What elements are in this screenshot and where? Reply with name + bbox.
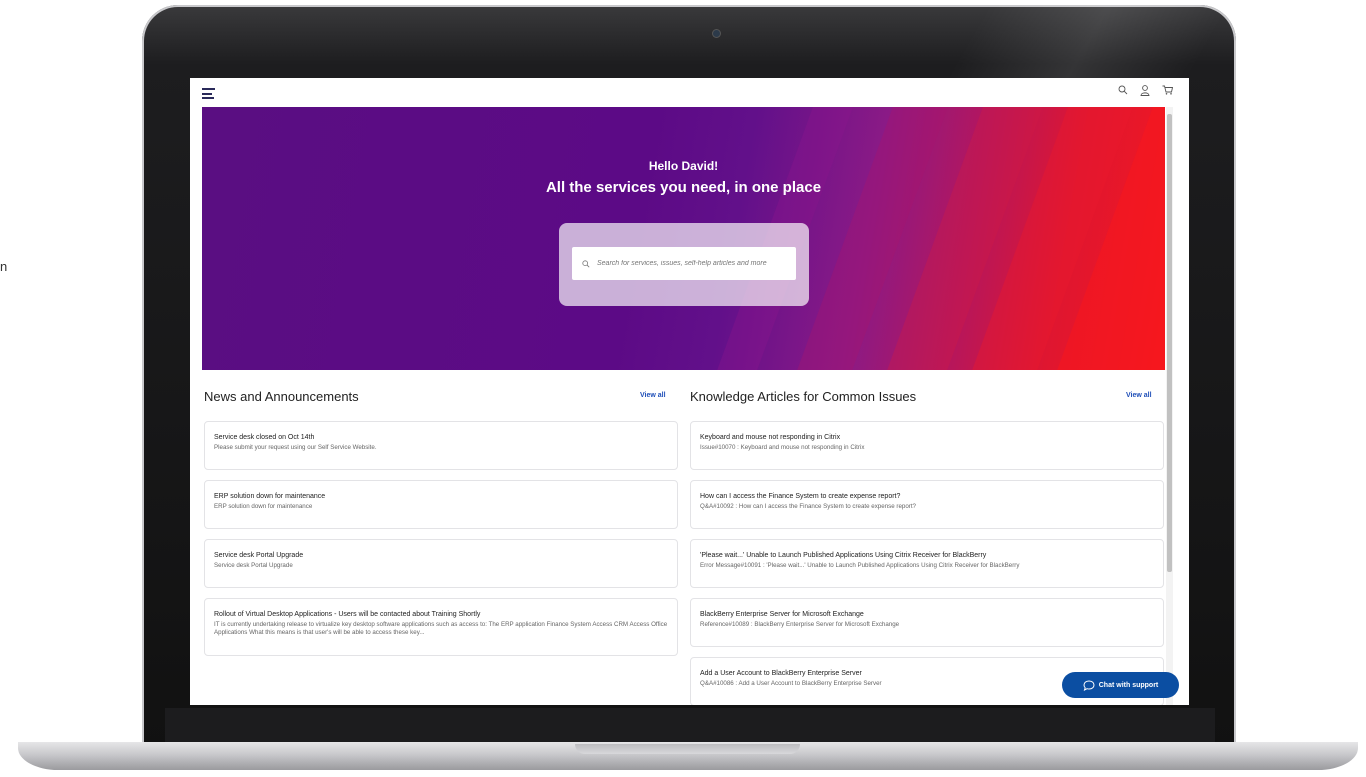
knowledge-card[interactable]: Keyboard and mouse not responding in Cit… [690, 421, 1164, 470]
news-card-desc: Please submit your request using our Sel… [214, 444, 377, 451]
hero-search-panel [559, 223, 809, 306]
news-card-desc: ERP solution down for maintenance [214, 503, 313, 510]
search-icon[interactable] [1118, 85, 1128, 95]
news-card[interactable]: Service desk Portal Upgrade Service desk… [204, 539, 678, 588]
news-title: News and Announcements [204, 389, 359, 404]
chat-support-label: Chat with support [1098, 681, 1159, 689]
news-card[interactable]: Service desk closed on Oct 14th Please s… [204, 421, 678, 470]
chat-support-button[interactable]: Chat with support [1062, 672, 1179, 698]
knowledge-card-title: Keyboard and mouse not responding in Cit… [700, 434, 841, 441]
chat-bubble-icon [1083, 679, 1095, 691]
news-card[interactable]: ERP solution down for maintenance ERP so… [204, 480, 678, 529]
menu-icon[interactable] [202, 88, 215, 99]
search-input[interactable] [595, 259, 791, 268]
knowledge-card-desc: Issue#10070 : Keyboard and mouse not res… [700, 444, 865, 451]
knowledge-view-all-link[interactable]: View all [1126, 392, 1152, 399]
knowledge-card-desc: Reference#10089 : BlackBerry Enterprise … [700, 621, 900, 628]
header-actions [1118, 85, 1173, 96]
hero-banner: Hello David! All the services you need, … [202, 107, 1165, 370]
user-icon[interactable] [1140, 85, 1150, 96]
hero-greeting: Hello David! [648, 159, 719, 173]
news-card-title: Service desk closed on Oct 14th [214, 434, 315, 441]
hero-title: All the services you need, in one place [545, 179, 822, 196]
news-card-title: Service desk Portal Upgrade [214, 552, 304, 559]
portal-screen: Hello David! All the services you need, … [190, 78, 1189, 705]
scrollbar-thumb[interactable] [1167, 114, 1172, 572]
laptop-bezel [165, 708, 1215, 742]
laptop-notch [575, 744, 800, 754]
news-card-desc: IT is currently undertaking release to v… [214, 621, 668, 636]
news-view-all-link[interactable]: View all [640, 392, 666, 399]
cart-icon[interactable] [1162, 85, 1173, 95]
search-icon [582, 259, 590, 267]
knowledge-card-title: BlackBerry Enterprise Server for Microso… [700, 611, 864, 618]
news-card-title: ERP solution down for maintenance [214, 493, 326, 500]
knowledge-card[interactable]: 'Please wait...' Unable to Launch Publis… [690, 539, 1164, 588]
knowledge-card-title: 'Please wait...' Unable to Launch Publis… [700, 552, 987, 559]
knowledge-card[interactable]: How can I access the Finance System to c… [690, 480, 1164, 529]
camera-icon [713, 30, 720, 37]
knowledge-card[interactable]: BlackBerry Enterprise Server for Microso… [690, 598, 1164, 647]
knowledge-card-desc: Error Message#10091 : 'Please wait...' U… [700, 562, 1020, 569]
knowledge-card-title: How can I access the Finance System to c… [700, 493, 901, 500]
knowledge-card-desc: Q&A#10092 : How can I access the Finance… [700, 503, 916, 510]
search-box[interactable] [572, 247, 796, 280]
top-bar [190, 78, 1189, 107]
news-card[interactable]: Rollout of Virtual Desktop Applications … [204, 598, 678, 656]
stray-text: n [0, 259, 8, 274]
knowledge-title: Knowledge Articles for Common Issues [690, 389, 917, 404]
news-card-title: Rollout of Virtual Desktop Applications … [214, 611, 481, 618]
news-card-desc: Service desk Portal Upgrade [214, 562, 293, 569]
